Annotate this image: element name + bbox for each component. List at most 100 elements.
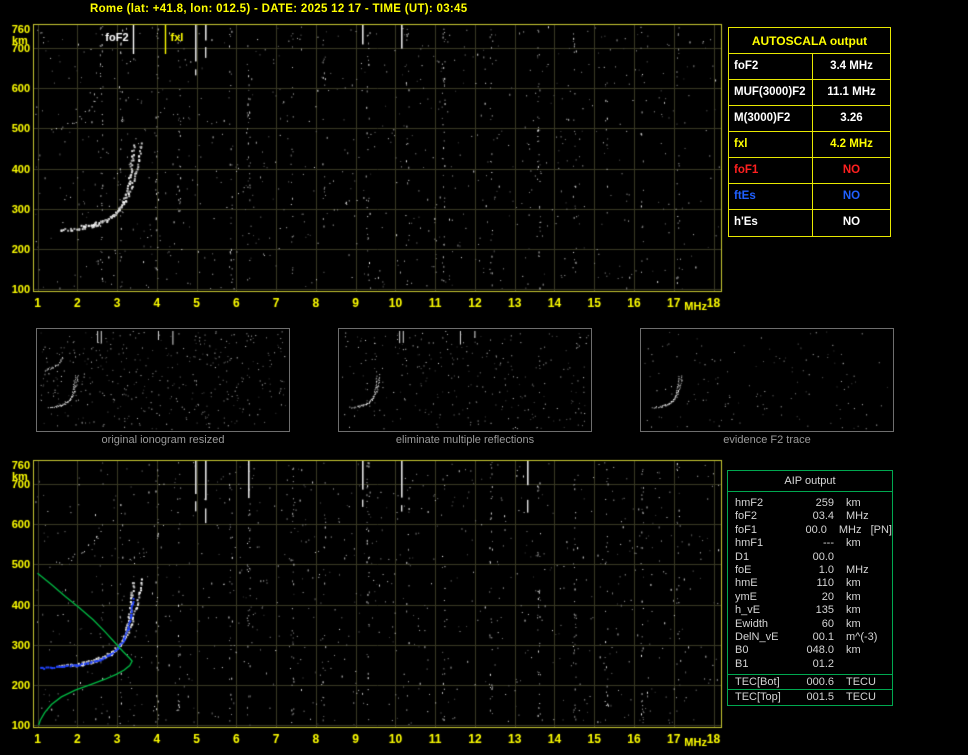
aip-row-label: B0	[735, 644, 749, 657]
autoscala-row-value: 3.4 MHz	[830, 60, 873, 72]
aip-tec-label: TEC[Bot]	[735, 676, 780, 689]
aip-row-unit: km	[846, 644, 861, 657]
aip-row-value: 110	[816, 577, 834, 590]
aip-row-extra: [PN]	[870, 523, 892, 536]
aip-row: B0 048.0 km	[728, 644, 892, 657]
aip-row-unit: km	[846, 577, 861, 590]
top-ionogram-plot	[4, 20, 730, 316]
autoscala-row-value: NO	[842, 164, 861, 176]
autoscala-row: MUF(3000)F2 11.1 MHz	[729, 80, 890, 106]
aip-row: hmF2 259 km	[728, 497, 892, 510]
aip-row: B1 01.2	[728, 658, 892, 671]
autoscala-row-value: NO	[842, 216, 861, 228]
aip-row-extra	[878, 564, 892, 577]
aip-row-label: hmE	[735, 577, 758, 590]
aip-table-body: hmF2 259 km foF2 03.4 MHz foF1 00.0 MHz [PN] hmF1-…	[728, 492, 892, 674]
aip-row: hmF1 --- km	[728, 537, 892, 550]
autoscala-row-label: ftEs	[729, 184, 813, 209]
aip-row-unit: km	[846, 537, 861, 550]
aip-row-unit: km	[846, 497, 861, 509]
thumbnail-original-ionogram	[36, 328, 290, 432]
autoscala-row: ftEs NO	[729, 184, 890, 210]
aip-row-label: foE	[735, 563, 752, 576]
aip-tec-label: TEC[Top]	[735, 691, 781, 704]
autoscala-row-label: MUF(3000)F2	[729, 80, 813, 105]
aip-row-extra	[878, 591, 892, 604]
aip-row-value: 00.1	[812, 630, 834, 643]
autoscala-row: foF1 NO	[729, 158, 890, 184]
aip-row-label: DelN_vE	[735, 630, 779, 643]
aip-row: foF2 03.4 MHz	[728, 510, 892, 523]
aip-row-label: h_vE	[735, 604, 761, 617]
aip-row-unit: MHz	[846, 510, 869, 523]
aip-row: Ewidth 60 km	[728, 618, 892, 631]
aip-row-unit: km	[846, 617, 861, 630]
aip-row-extra	[878, 604, 892, 617]
autoscala-row-value: NO	[842, 190, 861, 202]
aip-row-unit: m^(-3)	[846, 630, 878, 643]
aip-row-extra	[878, 618, 892, 631]
thumbnail-evidence-f2-trace	[640, 328, 894, 432]
aip-row-extra	[878, 497, 892, 510]
thumbnail-caption-evidence: evidence F2 trace	[723, 434, 811, 446]
autoscala-row: foF2 3.4 MHz	[729, 54, 890, 80]
aip-row-unit	[834, 658, 878, 671]
aip-row-value: 048.0	[806, 644, 834, 657]
aip-row-value: 00.0	[812, 550, 834, 563]
aip-row-extra	[878, 551, 892, 564]
aip-row-value: 20	[821, 590, 834, 603]
autoscala-row-value: 11.1 MHz	[827, 86, 876, 98]
aip-tec-unit: TECU	[846, 676, 876, 689]
aip-row-unit	[834, 551, 878, 564]
aip-row: foF1 00.0 MHz [PN]	[728, 524, 892, 537]
autoscala-output-table: AUTOSCALA output foF2 3.4 MHz MUF(3000)F2 1…	[728, 27, 891, 237]
aip-output-table: AIP output hmF2 259 km foF2 03.4 MHz foF1 00.0 M…	[727, 470, 893, 706]
autoscala-row: fxl 4.2 MHz	[729, 132, 890, 158]
aip-row-label: hmF2	[735, 497, 764, 509]
autoscala-row-label: fxl	[729, 132, 813, 157]
aip-tec-value: 001.5	[806, 691, 834, 704]
aip-tec-row: TEC[Top] 001.5 TECU	[728, 689, 892, 704]
aip-row-label: Ewidth	[735, 617, 769, 630]
autoscala-row-value: 4.2 MHz	[830, 138, 873, 150]
aip-row-unit: MHz	[846, 563, 869, 576]
aip-tec-section: TEC[Bot] 000.6 TECU TEC[Top] 001.5 TECU	[728, 674, 892, 705]
aip-row-extra	[878, 537, 892, 550]
aip-tec-row: TEC[Bot] 000.6 TECU	[728, 674, 892, 689]
aip-table-header: AIP output	[728, 471, 892, 492]
thumbnail-evidence-f2-canvas	[641, 329, 893, 431]
aip-row-unit: MHz	[838, 523, 862, 536]
aip-tec-extra	[878, 676, 892, 689]
aip-row-label: foF1	[735, 523, 758, 536]
autoscala-row: h'Es NO	[729, 210, 890, 236]
aip-row-value: 135	[815, 604, 834, 617]
aip-row: D1 00.0	[728, 551, 892, 564]
aip-row-value: 60	[821, 617, 834, 630]
autoscala-row-label: M(3000)F2	[729, 106, 813, 131]
thumbnail-caption-original: original ionogram resized	[101, 434, 225, 446]
station-title: Rome (lat: +41.8, lon: 012.5) - DATE: 20…	[90, 3, 468, 15]
aip-row-label: B1	[735, 657, 749, 670]
thumbnail-caption-eliminate: eliminate multiple reflections	[395, 434, 535, 446]
autoscala-row-label: foF2	[729, 54, 813, 79]
aip-row-value: ---	[823, 537, 834, 550]
aip-tec-extra	[878, 691, 892, 704]
aip-row-extra	[878, 510, 892, 523]
aip-tec-value: 000.6	[806, 676, 834, 689]
aip-row: foE 1.0 MHz	[728, 564, 892, 577]
aip-row-value: 03.4	[812, 510, 834, 523]
aip-row-value: 00.0	[805, 523, 827, 536]
aip-row: hmE 110 km	[728, 577, 892, 590]
aip-row-extra	[878, 644, 892, 657]
aip-tec-unit: TECU	[846, 691, 876, 704]
thumbnail-eliminate-reflections-canvas	[339, 329, 591, 431]
aip-row-label: hmF1	[735, 537, 764, 550]
aip-row-label: ymE	[735, 590, 757, 603]
aip-row-unit: km	[846, 590, 861, 603]
autoscala-row-label: foF1	[729, 158, 813, 183]
aip-row-extra	[878, 631, 892, 644]
aip-row: DelN_vE 00.1 m^(-3)	[728, 631, 892, 644]
autoscala-row-label: h'Es	[729, 210, 813, 236]
autoscala-table-body: foF2 3.4 MHz MUF(3000)F2 11.1 MHz M(3000)F2 3…	[729, 54, 890, 236]
bottom-ionogram-plot	[4, 456, 730, 752]
